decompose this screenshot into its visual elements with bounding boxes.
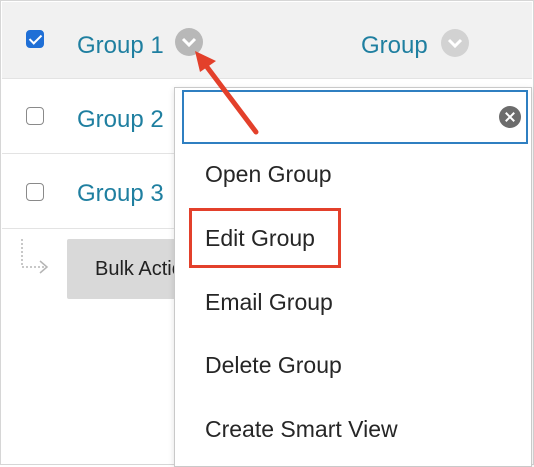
row-checkbox[interactable] (26, 107, 44, 125)
menu-search-input[interactable] (192, 100, 496, 136)
chevron-down-icon[interactable] (175, 28, 203, 56)
clear-icon[interactable] (499, 106, 521, 128)
menu-item-create-smart-view[interactable]: Create Smart View (205, 416, 398, 443)
chevron-down-icon[interactable] (441, 29, 469, 57)
menu-search-box (182, 90, 528, 144)
table-row: Group 1 Group (2, 2, 532, 79)
menu-item-delete-group[interactable]: Delete Group (205, 352, 342, 379)
group-link[interactable]: Group 1 (77, 32, 164, 60)
row-checkbox[interactable] (26, 30, 44, 48)
group-link[interactable]: Group 3 (77, 180, 164, 208)
elbow-arrow-icon (21, 239, 49, 274)
row-checkbox[interactable] (26, 183, 44, 201)
menu-item-open-group[interactable]: Open Group (205, 161, 332, 188)
menu-item-email-group[interactable]: Email Group (205, 289, 333, 316)
row-actions-menu (174, 87, 532, 467)
menu-item-edit-group[interactable]: Edit Group (205, 225, 315, 252)
group-link[interactable]: Group 2 (77, 106, 164, 134)
column-header-group[interactable]: Group (361, 32, 428, 60)
